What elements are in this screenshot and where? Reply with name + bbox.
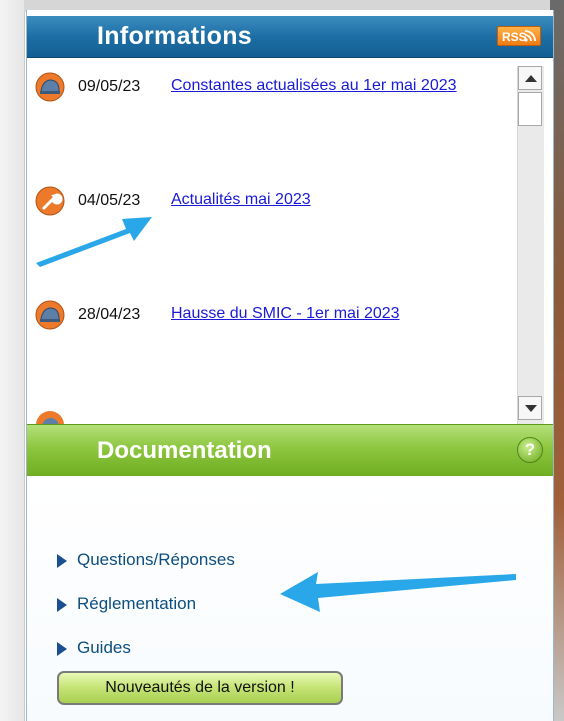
documentation-header: Documentation ? — [27, 424, 553, 476]
bullet-arrow-icon — [57, 641, 67, 656]
scroll-up-button[interactable] — [518, 66, 542, 90]
rss-button[interactable]: RSS — [497, 26, 541, 46]
background-left — [0, 0, 25, 721]
version-news-button[interactable]: Nouveautés de la version ! — [57, 671, 343, 705]
annotation-arrow-icon — [280, 572, 516, 612]
rss-feed-icon — [524, 30, 536, 42]
chevron-down-icon — [525, 405, 537, 412]
chevron-up-icon — [525, 75, 537, 82]
rss-label: RSS — [502, 30, 527, 44]
documentation-title: Documentation — [97, 437, 272, 464]
doc-link-label: Questions/Réponses — [77, 550, 235, 569]
informations-title: Informations — [97, 22, 252, 50]
informations-header: Informations RSS — [27, 16, 553, 58]
helmet-icon — [35, 300, 65, 330]
scroll-thumb[interactable] — [518, 92, 542, 126]
doc-link-label: Guides — [77, 638, 131, 657]
news-date: 09/05/23 — [78, 78, 141, 95]
news-date: 28/04/23 — [78, 306, 141, 323]
news-scrollbar[interactable] — [517, 66, 544, 424]
doc-link-guides[interactable]: Guides — [57, 638, 131, 658]
scroll-down-button[interactable] — [518, 396, 542, 420]
bullet-arrow-icon — [57, 553, 67, 568]
doc-link-label: Réglementation — [77, 594, 197, 613]
doc-link-questions[interactable]: Questions/Réponses — [57, 550, 235, 570]
doc-link-reglementation[interactable]: Réglementation — [57, 594, 196, 614]
bullet-arrow-icon — [57, 597, 67, 612]
news-link[interactable]: Constantes actualisées au 1er mai 2023 — [171, 74, 491, 98]
annotation-arrow-icon — [36, 217, 152, 267]
helmet-icon — [36, 411, 64, 424]
news-link[interactable]: Hausse du SMIC - 1er mai 2023 — [171, 302, 491, 326]
helmet-icon — [35, 72, 65, 102]
help-icon[interactable]: ? — [517, 437, 543, 463]
news-link[interactable]: Actualités mai 2023 — [171, 188, 491, 212]
